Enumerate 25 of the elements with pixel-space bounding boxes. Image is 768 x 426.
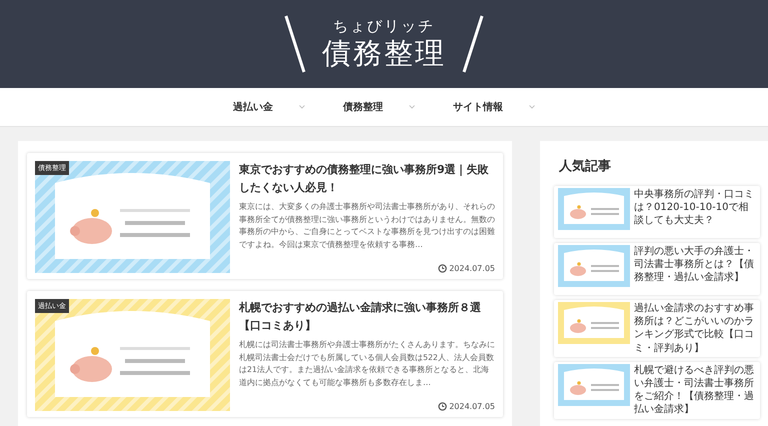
sidebar-heading: 人気記事	[559, 158, 612, 175]
popular-article-title: 評判の悪い大手の弁護士・司法書士事務所とは？【債務整理・過払い金請求】	[634, 245, 755, 286]
nav-item[interactable]: サイト情報	[453, 100, 535, 114]
article-title[interactable]: 東京でおすすめの債務整理に強い事務所9選｜失敗したくない人必見！	[239, 161, 495, 198]
caret-icon	[409, 105, 415, 109]
popular-article-title: 過払い金請求のおすすめ事務所は？どこがいいのかランキング形式で比較【口コミ・評判あり】	[634, 302, 755, 355]
popular-article-title: 札幌で避けるべき評判の悪い弁護士・司法書士事務所をご紹介！【債務整理・過払い金請求】	[634, 364, 755, 416]
caret-icon	[299, 105, 305, 109]
slash-icon	[284, 14, 306, 74]
post-date: 2024.07.05	[449, 264, 495, 273]
popular-article[interactable]: 過払い金請求のおすすめ事務所は？どこがいいのかランキング形式で比較【口コミ・評判あり】	[554, 300, 760, 357]
nav-item[interactable]: 債務整理	[343, 100, 415, 114]
post-date: 2024.07.05	[449, 402, 495, 411]
caret-icon	[529, 105, 535, 109]
popular-article[interactable]: 評判の悪い大手の弁護士・司法書士事務所とは？【債務整理・過払い金請求】	[554, 243, 760, 295]
logo-title[interactable]: 債務整理	[322, 36, 446, 71]
popular-article[interactable]: 中央事務所の評判・口コミは？0120-10-10-10で相談しても大丈夫？	[554, 186, 760, 238]
clock-icon	[438, 264, 448, 273]
logo-subtitle: ちょびリッチ	[333, 17, 435, 36]
clock-icon	[438, 402, 448, 411]
popular-article[interactable]: 札幌で避けるべき評判の悪い弁護士・司法書士事務所をご紹介！【債務整理・過払い金請求】	[554, 362, 760, 418]
slash-icon	[462, 14, 484, 74]
popular-article-title: 中央事務所の評判・口コミは？0120-10-10-10で相談しても大丈夫？	[634, 188, 755, 228]
nav-item[interactable]: 過払い金	[233, 100, 305, 114]
article-title[interactable]: 札幌でおすすめの過払い金請求に強い事務所８選【口コミあり】	[239, 299, 495, 336]
